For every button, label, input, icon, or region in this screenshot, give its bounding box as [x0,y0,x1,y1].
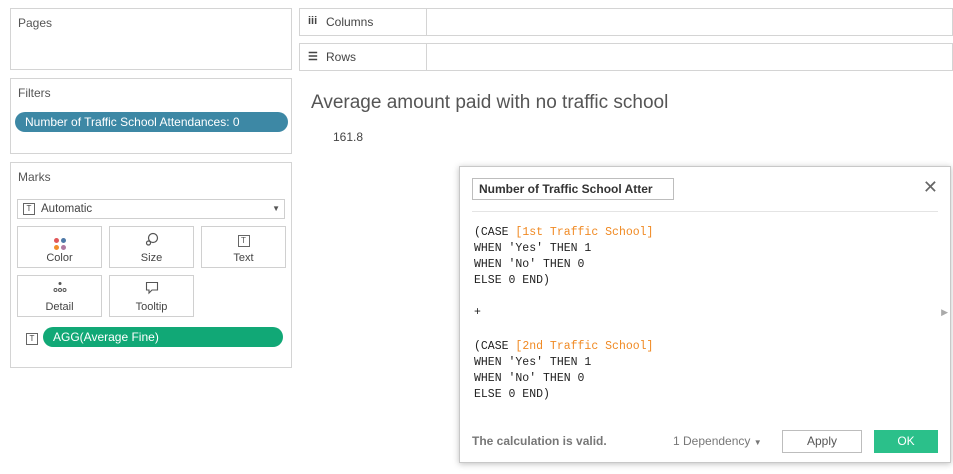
filters-title: Filters [18,86,51,100]
detail-icon [18,281,101,297]
mark-type-value: Automatic [41,203,93,215]
color-label: Color [46,252,73,264]
detail-button[interactable]: Detail [17,275,102,317]
code-text: ELSE 0 END) [474,388,550,401]
marks-pane: Marks T Automatic ▼ Color Size T Text De… [10,162,292,368]
marks-title: Marks [18,170,51,184]
code-text: WHEN 'Yes' THEN 1 [474,356,592,369]
dependency-label: 1 Dependency [673,434,751,448]
text-label: Text [233,252,254,264]
code-text: WHEN 'Yes' THEN 1 [474,242,592,255]
apply-button[interactable]: Apply [782,430,862,453]
tooltip-button[interactable]: Tooltip [109,275,194,317]
rows-icon: ☰ [308,51,318,63]
color-button[interactable]: Color [17,226,102,268]
columns-shelf[interactable]: iii Columns [299,8,953,36]
size-button[interactable]: Size [109,226,194,268]
calculation-name-field[interactable]: Number of Traffic School Atter [472,178,674,200]
chevron-down-icon: ▼ [753,438,762,447]
field-reference: [2nd Traffic School] [515,340,654,353]
code-text: (CASE [474,340,516,353]
formula-block-2[interactable]: (CASE [2nd Traffic School] WHEN 'Yes' TH… [474,339,653,403]
chevron-down-icon: ▼ [272,204,280,213]
text-icon: T [202,232,285,248]
divider [472,211,938,212]
filters-pane: Filters Number of Traffic School Attenda… [10,78,292,154]
view-value: 161.8 [333,130,364,144]
filter-pill[interactable]: Number of Traffic School Attendances: 0 [15,112,288,132]
pages-pane: Pages [10,8,292,70]
size-label: Size [140,252,163,264]
dependency-dropdown[interactable]: 1 Dependency ▼ [673,434,762,448]
text-mark-icon: T [23,203,35,215]
calculation-dialog: Number of Traffic School Atter ✕ (CASE [… [459,166,951,463]
rows-shelf-label: ☰ Rows [300,44,427,70]
detail-label: Detail [45,301,74,313]
color-icon [18,232,101,250]
validation-status: The calculation is valid. [472,434,607,448]
text-encoding-icon: T [26,333,38,345]
code-text: (CASE [474,226,516,239]
text-button[interactable]: T Text [201,226,286,268]
measure-pill[interactable]: AGG(Average Fine) [43,327,283,347]
formula-operator[interactable]: + [474,305,481,321]
view-title: Average amount paid with no traffic scho… [311,92,669,113]
tooltip-label: Tooltip [135,301,168,313]
code-text: WHEN 'No' THEN 0 [474,372,585,385]
columns-icon: iii [308,15,318,27]
rows-label: Rows [326,50,357,64]
close-icon[interactable]: ✕ [923,177,938,198]
code-text: ELSE 0 END) [474,274,550,287]
rows-shelf[interactable]: ☰ Rows [299,43,953,71]
formula-block-1[interactable]: (CASE [1st Traffic School] WHEN 'Yes' TH… [474,225,653,289]
pages-title: Pages [18,16,53,30]
columns-shelf-label: iii Columns [300,9,427,35]
mark-type-select[interactable]: T Automatic ▼ [17,199,285,219]
code-text: WHEN 'No' THEN 0 [474,258,585,271]
size-icon [110,232,193,248]
tooltip-icon [110,281,193,297]
columns-label: Columns [326,15,374,29]
ok-button[interactable]: OK [874,430,938,453]
field-reference: [1st Traffic School] [515,226,654,239]
expand-arrow-icon[interactable]: ▶ [941,307,948,318]
